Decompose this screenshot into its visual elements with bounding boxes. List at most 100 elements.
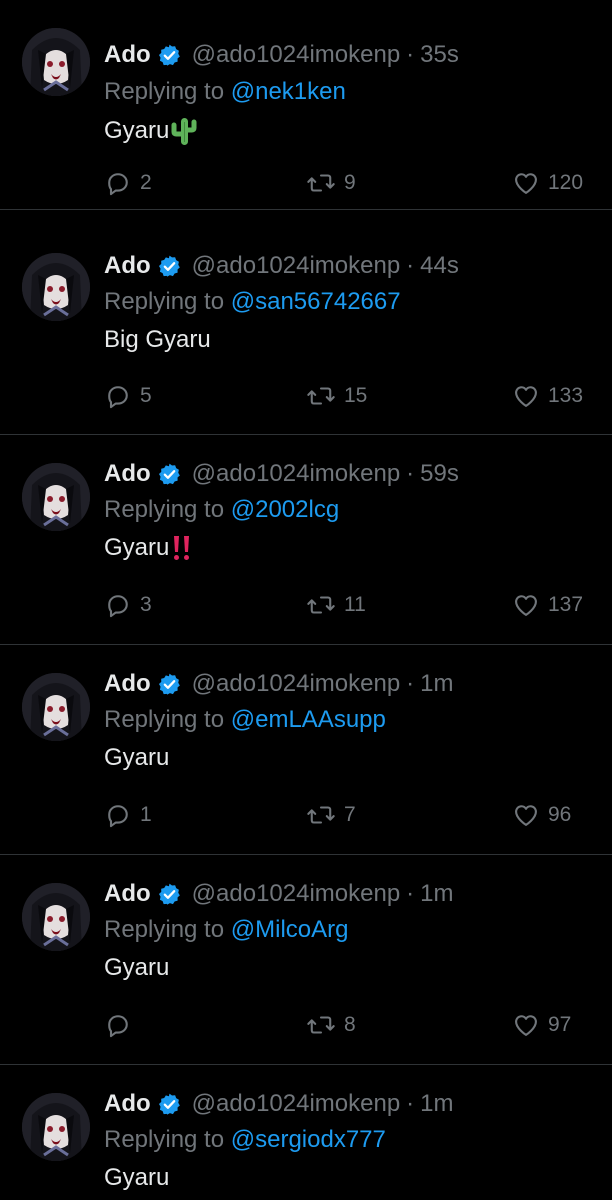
avatar[interactable] <box>22 1093 90 1161</box>
heart-icon <box>515 805 537 826</box>
retweet-icon <box>307 1016 335 1034</box>
display-name[interactable]: Ado <box>104 460 151 488</box>
separator-dot: · <box>406 880 415 907</box>
reply-count: 3 <box>140 593 152 616</box>
like-button[interactable]: 96 <box>512 800 571 830</box>
handle[interactable]: @ado1024imokenp <box>192 880 401 908</box>
replying-to-line: Replying to @emLAAsupp <box>104 706 386 734</box>
replying-to-label: Replying to <box>104 496 225 523</box>
tweet[interactable]: Ado @ado1024imokenp · 44s Replying to @s… <box>0 225 612 435</box>
retweet-button[interactable]: 11 <box>306 590 366 620</box>
replying-to-line: Replying to @sergiodx777 <box>104 1126 386 1154</box>
retweet-icon <box>307 174 335 192</box>
reply-button[interactable]: 1 <box>104 800 152 830</box>
handle[interactable]: @ado1024imokenp <box>192 41 401 69</box>
retweet-button[interactable]: 9 <box>306 168 356 198</box>
like-button[interactable]: 133 <box>512 381 583 411</box>
replying-to-link[interactable]: @MilcoArg <box>231 916 349 943</box>
tweet-text-content: Gyaru <box>104 1164 170 1191</box>
retweet-count: 8 <box>344 1013 356 1036</box>
like-count: 133 <box>548 384 584 407</box>
tweet-text: Gyaru <box>104 116 197 146</box>
like-count: 120 <box>548 171 584 194</box>
verified-badge-icon <box>157 882 182 907</box>
replying-to-link[interactable]: @emLAAsupp <box>231 706 386 733</box>
display-name[interactable]: Ado <box>104 41 151 69</box>
avatar[interactable] <box>22 883 90 951</box>
tweet-text: Gyaru <box>104 534 193 562</box>
reply-feed: Ado @ado1024imokenp · 35s Replying to @n… <box>0 0 612 1200</box>
reply-button[interactable]: 2 <box>104 168 152 198</box>
reply-bubble-icon <box>108 1015 128 1038</box>
cactus-emoji-icon <box>171 116 197 146</box>
reply-count: 1 <box>140 803 152 826</box>
replying-to-link[interactable]: @san56742667 <box>231 288 401 315</box>
replying-to-label: Replying to <box>104 78 225 105</box>
like-button[interactable]: 137 <box>512 590 583 620</box>
tweet-text: Gyaru <box>104 744 169 772</box>
separator-dot: · <box>406 460 415 487</box>
retweet-button[interactable]: 7 <box>306 800 356 830</box>
retweet-count: 15 <box>344 384 368 407</box>
retweet-button[interactable]: 15 <box>306 381 367 411</box>
avatar[interactable] <box>22 463 90 531</box>
handle[interactable]: @ado1024imokenp <box>192 460 401 488</box>
separator-dot: · <box>406 1090 415 1117</box>
reply-bubble-icon <box>108 173 128 196</box>
timestamp[interactable]: 44s <box>420 252 459 280</box>
timestamp[interactable]: 1m <box>420 880 453 908</box>
verified-badge-icon <box>157 672 182 697</box>
replying-to-link[interactable]: @sergiodx777 <box>231 1126 386 1153</box>
like-button[interactable]: 97 <box>512 1010 571 1040</box>
avatar[interactable] <box>22 28 90 96</box>
reply-count: 5 <box>140 384 152 407</box>
reply-count: 2 <box>140 171 152 194</box>
display-name[interactable]: Ado <box>104 252 151 280</box>
avatar[interactable] <box>22 673 90 741</box>
handle[interactable]: @ado1024imokenp <box>192 1090 401 1118</box>
handle[interactable]: @ado1024imokenp <box>192 252 401 280</box>
handle[interactable]: @ado1024imokenp <box>192 670 401 698</box>
reply-button[interactable] <box>104 1010 140 1040</box>
like-count: 96 <box>548 803 572 826</box>
reply-button[interactable]: 3 <box>104 590 152 620</box>
reply-bubble-icon <box>108 386 128 409</box>
reply-bubble-icon <box>108 595 128 618</box>
timestamp[interactable]: 1m <box>420 670 453 698</box>
tweet-text-content: Gyaru <box>104 954 170 981</box>
reply-button[interactable]: 5 <box>104 381 152 411</box>
tweet-text: Big Gyaru <box>104 326 211 354</box>
display-name[interactable]: Ado <box>104 1090 151 1118</box>
tweet[interactable]: Ado @ado1024imokenp · 59s Replying to @2… <box>0 435 612 645</box>
timestamp[interactable]: 35s <box>420 41 459 69</box>
tweet[interactable]: Ado @ado1024imokenp · 1m Replying to @se… <box>0 1065 612 1200</box>
replying-to-link[interactable]: @2002lcg <box>231 496 339 523</box>
retweet-button[interactable]: 8 <box>306 1010 356 1040</box>
tweet[interactable]: Ado @ado1024imokenp · 1m Replying to @em… <box>0 645 612 855</box>
replying-to-link[interactable]: @nek1ken <box>231 78 346 105</box>
tweet-text-content: Gyaru <box>104 534 170 561</box>
action-bar: 5 15 133 <box>0 381 612 411</box>
tweet[interactable]: Ado @ado1024imokenp · 35s Replying to @n… <box>0 0 612 210</box>
action-bar: 2 9 120 <box>0 168 612 198</box>
tweet-text-content: Big Gyaru <box>104 326 211 353</box>
separator-dot: · <box>406 670 415 697</box>
like-count: 97 <box>548 1013 572 1036</box>
timestamp[interactable]: 1m <box>420 1090 453 1118</box>
avatar[interactable] <box>22 253 90 321</box>
separator-dot: · <box>406 252 415 279</box>
display-name[interactable]: Ado <box>104 670 151 698</box>
tweet-text-content: Gyaru <box>104 117 170 144</box>
double-exclamation-emoji-icon <box>171 534 193 562</box>
timestamp[interactable]: 59s <box>420 460 459 488</box>
tweet[interactable]: Ado @ado1024imokenp · 1m Replying to @Mi… <box>0 855 612 1065</box>
heart-icon <box>515 386 537 407</box>
retweet-icon <box>307 387 335 405</box>
separator-dot: · <box>406 41 415 68</box>
reply-bubble-icon <box>108 805 128 828</box>
display-name[interactable]: Ado <box>104 880 151 908</box>
like-button[interactable]: 120 <box>512 168 583 198</box>
retweet-count: 11 <box>344 593 366 616</box>
heart-icon <box>515 595 537 616</box>
tweet-text-content: Gyaru <box>104 744 170 771</box>
